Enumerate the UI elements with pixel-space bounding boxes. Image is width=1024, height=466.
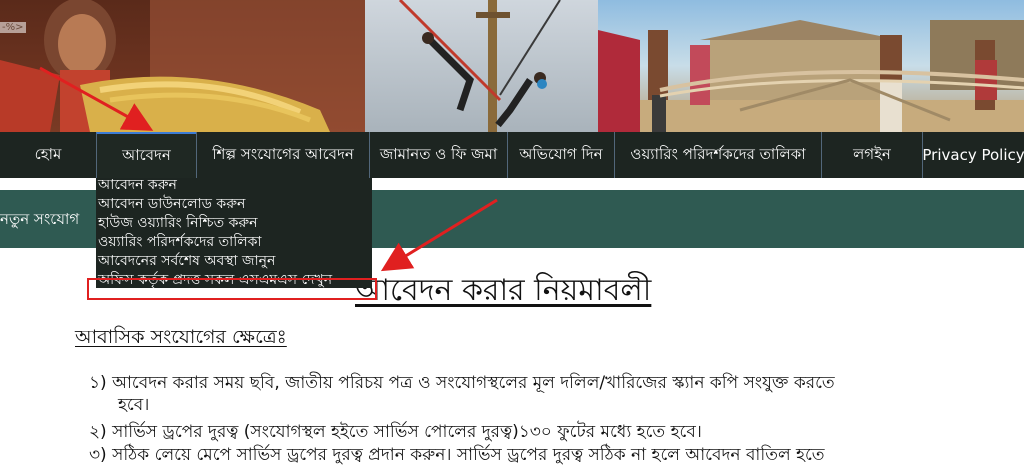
nav-industrial-connection-application[interactable]: শিল্প সংযোগের আবেদন: [196, 132, 369, 178]
dropdown-item-application-status[interactable]: আবেদনের সর্বশেষ অবস্থা জানুন: [98, 252, 275, 271]
dropdown-item-apply[interactable]: আবেদন করুন: [98, 176, 177, 195]
rule-item: ২) সার্ভিস ড্রপের দুরত্ব (সংযোগস্থল হইতে…: [89, 421, 959, 443]
dropdown-item-download-application[interactable]: আবেদন ডাউনলোড করুন: [98, 195, 245, 214]
dropdown-item-wiring-inspector-list[interactable]: ওয়্যারিং পরিদর্শকদের তালিকা: [98, 233, 261, 252]
rule-text-continued: হবে।: [118, 395, 150, 415]
rule-item: ৩) সঠিক লেয়ে মেপে সার্ভিস ড্রপের দুরত্ব…: [89, 444, 959, 466]
application-dropdown-menu: আবেদন করুন আবেদন ডাউনলোড করুন হাউজ ওয়্য…: [96, 176, 372, 288]
rule-text: ৩) সঠিক লেয়ে মেপে সার্ভিস ড্রপের দুরত্ব…: [89, 445, 825, 465]
nav-login[interactable]: লগইন: [821, 132, 922, 178]
banner-photo-collage: [0, 0, 1024, 132]
page-title: আবেদন করার নিয়মাবলী: [355, 273, 652, 308]
nav-deposit-and-fee[interactable]: জামানত ও ফি জমা: [369, 132, 507, 178]
rule-text: ১) আবেদন করার সময় ছবি, জাতীয় পরিচয় পত…: [89, 373, 835, 393]
header-banner: -%>: [0, 0, 1024, 132]
nav-privacy-policy[interactable]: Privacy Policy: [922, 132, 1024, 178]
banner-corner-tag: -%>: [0, 22, 26, 33]
nav-home[interactable]: হোম: [0, 132, 96, 178]
rule-text: ২) সার্ভিস ড্রপের দুরত্ব (সংযোগস্থল হইতে…: [89, 422, 702, 442]
nav-application[interactable]: আবেদন: [96, 132, 196, 178]
strip-title: নতুন সংযোগ: [0, 210, 80, 228]
nav-wiring-inspector-list[interactable]: ওয়্যারিং পরিদর্শকদের তালিকা: [614, 132, 821, 178]
rule-item: ১) আবেদন করার সময় ছবি, জাতীয় পরিচয় পত…: [89, 372, 959, 416]
dropdown-item-confirm-house-wiring[interactable]: হাউজ ওয়্যারিং নিশ্চিত করুন: [98, 214, 257, 233]
nav-complaint[interactable]: অভিযোগ দিন: [507, 132, 614, 178]
section-heading-residential: আবাসিক সংযোগের ক্ষেত্রেঃ: [75, 326, 287, 348]
main-navbar: হোম আবেদন শিল্প সংযোগের আবেদন জামানত ও ফ…: [0, 132, 1024, 178]
annotation-highlight-box: [87, 278, 377, 300]
